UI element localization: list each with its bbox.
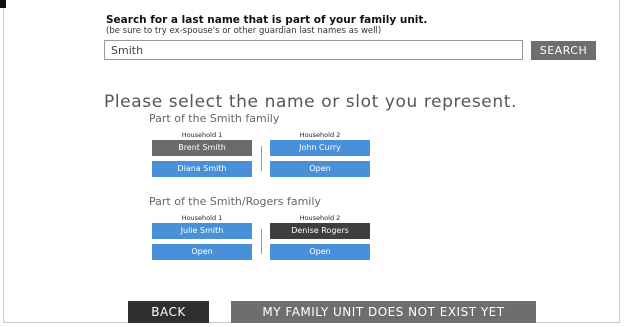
- slot-julie-smith[interactable]: Julie Smith: [152, 223, 252, 239]
- select-prompt: Please select the name or slot you repre…: [104, 92, 517, 112]
- search-input[interactable]: [104, 40, 523, 60]
- search-title: Search for a last name that is part of y…: [106, 14, 428, 26]
- slot-john-curry[interactable]: John Curry: [270, 140, 370, 156]
- search-button[interactable]: SEARCH: [531, 41, 596, 60]
- corner-mark: [0, 0, 6, 8]
- household-label: Household 2: [299, 131, 341, 139]
- household-label: Household 1: [181, 131, 223, 139]
- slot-open[interactable]: Open: [270, 244, 370, 260]
- family-label-smith: Part of the Smith family: [149, 112, 280, 125]
- slot-denise-rogers[interactable]: Denise Rogers: [270, 223, 370, 239]
- slot-diana-smith[interactable]: Diana Smith: [152, 161, 252, 177]
- household-label: Household 2: [299, 214, 341, 222]
- search-hint: (be sure to try ex-spouse's or other gua…: [106, 26, 382, 36]
- household-label: Household 1: [181, 214, 223, 222]
- family-unit-not-exist-button[interactable]: MY FAMILY UNIT DOES NOT EXIST YET: [231, 301, 536, 323]
- household-divider: [261, 146, 262, 171]
- slot-open[interactable]: Open: [270, 161, 370, 177]
- family-label-smith-rogers: Part of the Smith/Rogers family: [149, 195, 321, 208]
- slot-brent-smith[interactable]: Brent Smith: [152, 140, 252, 156]
- household-divider: [261, 229, 262, 254]
- back-button[interactable]: BACK: [128, 301, 209, 323]
- slot-open[interactable]: Open: [152, 244, 252, 260]
